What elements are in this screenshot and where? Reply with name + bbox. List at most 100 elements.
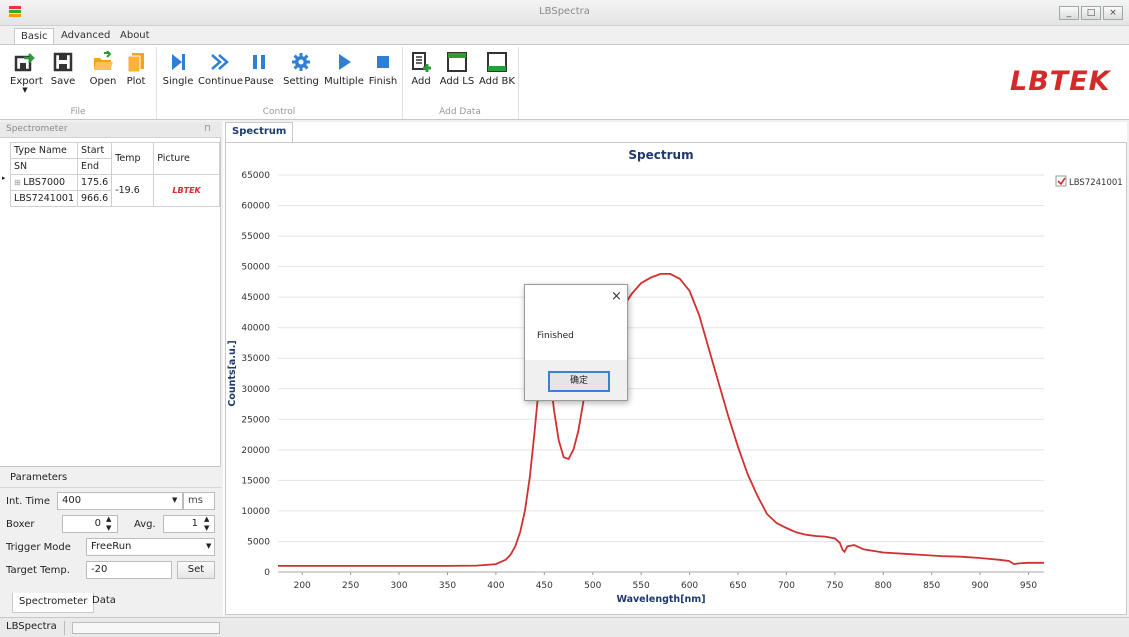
single-button[interactable]: Single [162, 49, 194, 97]
temp-cell[interactable]: -19.6 [111, 174, 155, 207]
int-time-unit-select[interactable]: ms [183, 492, 215, 510]
y-tick-label: 50000 [241, 263, 270, 273]
expand-icon[interactable]: ⊞ [14, 178, 23, 187]
divider [64, 621, 65, 635]
legend-entry: LBS7241001 [1069, 178, 1123, 188]
open-button[interactable]: Open [88, 49, 118, 97]
multiple-button[interactable]: Multiple [322, 49, 366, 97]
picture-cell: LBTEK [153, 174, 220, 207]
window-title: LBSpectra [539, 6, 590, 17]
maximize-button[interactable]: □ [1081, 6, 1101, 20]
tab-advanced[interactable]: Advanced [55, 28, 116, 44]
single-label: Single [162, 76, 194, 87]
chart-title: Spectrum [628, 148, 693, 162]
spectrum-chart[interactable]: 0 5000 10000 15000 20000 25000 30000 35000 40000… [226, 143, 1126, 614]
open-label: Open [89, 76, 117, 87]
column-header-type-name: Type Name [10, 142, 78, 159]
set-button[interactable]: Set [177, 561, 215, 579]
plot-button[interactable]: Plot [124, 49, 148, 97]
table-header-row: Type Name Start Temp Picture [10, 142, 220, 175]
x-axis-label: Wavelength[nm] [616, 594, 705, 605]
y-tick-label: 5000 [247, 537, 270, 547]
trigger-mode-select[interactable]: FreeRun [86, 538, 215, 556]
save-icon [53, 52, 73, 72]
y-tick-label: 25000 [241, 415, 270, 425]
spinner-arrows-icon[interactable]: ▲ ▼ [106, 515, 111, 533]
group-separator [518, 47, 519, 119]
parameters-title: Parameters [10, 472, 68, 483]
title-bar: LBSpectra _ □ × [0, 0, 1129, 26]
add-data-group-label: Add Data [439, 107, 481, 117]
x-tick-label: 750 [826, 581, 843, 591]
tab-data[interactable]: Data [92, 595, 116, 606]
tab-about[interactable]: About [114, 28, 156, 44]
column-header-temp: Temp [111, 142, 155, 175]
add-button[interactable]: Add [408, 49, 434, 97]
divider [0, 487, 221, 488]
tab-basic[interactable]: Basic [14, 28, 55, 44]
x-tick-label: 500 [584, 581, 601, 591]
y-tick-label: 40000 [241, 324, 270, 334]
finished-dialog: × Finished 确定 [524, 284, 628, 401]
export-button[interactable]: Export ▼ [10, 49, 43, 97]
type-name-cell[interactable]: ⊞ LBS7000 [10, 174, 78, 191]
file-group-label: File [70, 107, 86, 117]
add-ls-button[interactable]: Add LS [438, 49, 476, 97]
spectrometer-panel-header: Spectrometer ⊓ [0, 122, 221, 138]
int-time-input[interactable]: 400 [57, 492, 183, 510]
x-tick-label: 300 [390, 581, 407, 591]
dialog-message: Finished [537, 331, 574, 341]
pause-label: Pause [244, 76, 274, 87]
start-cell[interactable]: 175.6 [76, 174, 113, 191]
y-tick-label: 45000 [241, 293, 270, 303]
column-header-picture: Picture [153, 142, 220, 175]
target-temp-input[interactable]: -20 [86, 561, 172, 579]
setting-label: Setting [283, 76, 319, 87]
y-tick-label: 55000 [241, 232, 270, 242]
add-label: Add [411, 76, 431, 87]
sn-cell[interactable]: LBS7241001 [10, 190, 78, 207]
close-window-button[interactable]: × [1103, 6, 1123, 20]
ok-button[interactable]: 确定 [548, 371, 610, 392]
x-tick-label: 450 [536, 581, 553, 591]
save-label: Save [50, 76, 76, 87]
save-button[interactable]: Save [48, 49, 78, 97]
setting-button[interactable]: Setting [282, 49, 320, 97]
pause-button[interactable]: Pause [244, 49, 274, 97]
end-cell[interactable]: 966.6 [76, 190, 113, 207]
left-panel: Spectrometer ⊓ ▸ Type Name Start Temp Pi… [0, 122, 221, 615]
progress-bar [72, 622, 220, 634]
spectrometer-panel-title: Spectrometer [6, 124, 68, 134]
finish-button[interactable]: Finish [368, 49, 398, 97]
x-tick-label: 950 [1020, 581, 1037, 591]
trigger-mode-label: Trigger Mode [6, 542, 71, 553]
series-line [278, 272, 1044, 567]
status-bar: LBSpectra [0, 617, 1129, 637]
table-row[interactable]: ⊞ LBS7000 175.6 -19.6 LBTEK [10, 174, 220, 207]
control-group-label: Control [262, 107, 296, 117]
chevron-down-icon[interactable]: ▼ [172, 496, 177, 504]
boxer-label: Boxer [6, 519, 35, 530]
x-tick-label: 650 [729, 581, 746, 591]
continue-label: Continue [198, 76, 243, 87]
plot-icon [127, 53, 144, 73]
column-header-sn: SN [10, 158, 78, 175]
target-temp-label: Target Temp. [6, 565, 70, 576]
spinner-arrows-icon[interactable]: ▲ ▼ [204, 515, 209, 533]
close-icon[interactable]: × [611, 289, 622, 304]
add-bk-button[interactable]: Add BK [478, 49, 516, 97]
add-ls-icon [447, 52, 467, 72]
tab-spectrum[interactable]: Spectrum [225, 122, 294, 142]
tab-spectrometer[interactable]: Spectrometer [12, 593, 95, 613]
y-tick-label: 65000 [241, 171, 270, 181]
column-header-start: Start [76, 142, 113, 159]
continue-button[interactable]: Continue [198, 49, 243, 97]
x-tick-label: 850 [923, 581, 940, 591]
plot-label: Plot [126, 76, 146, 87]
y-tick-label: 60000 [241, 202, 270, 212]
spectrometer-table: Type Name Start Temp Picture SN End ⊞ LB… [10, 142, 220, 207]
y-tick-label: 0 [264, 568, 270, 578]
minimize-button[interactable]: _ [1059, 6, 1079, 20]
chevron-down-icon[interactable]: ▼ [206, 542, 211, 550]
pin-icon[interactable]: ⊓ [204, 122, 211, 137]
